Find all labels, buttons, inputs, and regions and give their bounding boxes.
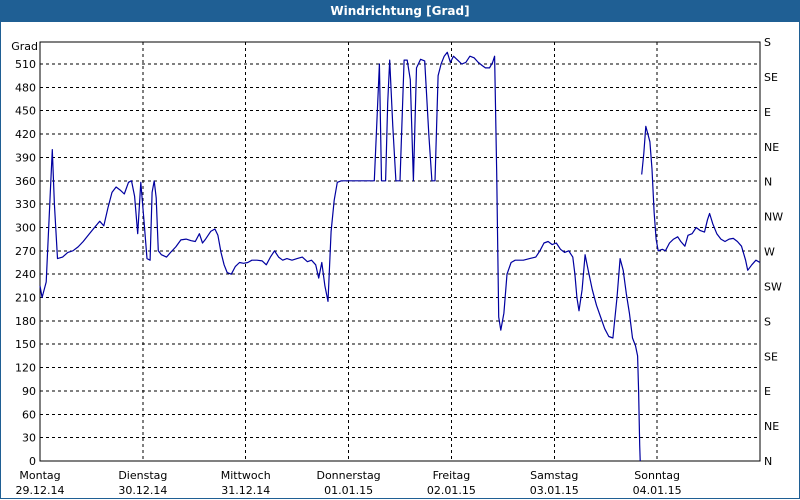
y-tick-label: 210 <box>15 292 36 305</box>
y2-tick-label: NE <box>764 420 779 433</box>
y-axis-label: Grad <box>11 40 38 53</box>
x-tick-day: Mittwoch <box>221 469 271 482</box>
y-tick-label: 450 <box>15 105 36 118</box>
x-tick-date: 01.01.15 <box>324 484 373 497</box>
y-tick-label: 510 <box>15 58 36 71</box>
x-tick-day: Dienstag <box>118 469 167 482</box>
y2-tick-label: NW <box>764 211 783 224</box>
y-tick-label: 150 <box>15 338 36 351</box>
y2-tick-label: E <box>764 106 771 119</box>
y2-tick-label: SE <box>764 350 778 363</box>
y2-axis-ticks: N NE E SE S SW W NW N NE E SE S <box>764 36 783 468</box>
x-tick-day: Sonntag <box>634 469 680 482</box>
series-layer <box>39 51 761 462</box>
x-tick-day: Donnerstag <box>316 469 380 482</box>
x-tick-day: Samstag <box>530 469 578 482</box>
series-line <box>641 125 761 271</box>
y-tick-label: 180 <box>15 315 36 328</box>
x-axis-ticks: Montag 29.12.14 Dienstag 30.12.14 Mittwoch 31… <box>16 469 682 497</box>
y-tick-label: 60 <box>22 408 36 421</box>
y-tick-label: 330 <box>15 198 36 211</box>
y2-tick-label: SW <box>764 280 782 293</box>
y-tick-label: 360 <box>15 175 36 188</box>
y-tick-label: 90 <box>22 385 36 398</box>
plot-area <box>39 41 761 462</box>
y-tick-label: 300 <box>15 221 36 234</box>
plot-border <box>39 41 761 462</box>
x-tick-date: 02.01.15 <box>427 484 476 497</box>
y2-tick-label: E <box>764 385 771 398</box>
y2-tick-label: N <box>764 176 772 189</box>
y-tick-label: 480 <box>15 81 36 94</box>
grid <box>40 42 760 461</box>
x-tick-day: Freitag <box>433 469 471 482</box>
y-tick-label: 270 <box>15 245 36 258</box>
y2-tick-label: N <box>764 455 772 468</box>
y-axis-ticks: 0 30 60 90 120 150 180 210 240 270 300 330 360 390 420… <box>15 58 36 468</box>
y-tick-label: 120 <box>15 362 36 375</box>
x-tick-date: 29.12.14 <box>16 484 65 497</box>
x-tick-day: Montag <box>19 469 60 482</box>
y-tick-label: 30 <box>22 432 36 445</box>
x-tick-date: 03.01.15 <box>530 484 579 497</box>
y2-tick-label: W <box>764 246 775 259</box>
y-tick-label: 390 <box>15 151 36 164</box>
y2-tick-label: NE <box>764 141 779 154</box>
y2-tick-label: S <box>764 36 771 49</box>
y-tick-label: 0 <box>29 455 36 468</box>
y2-tick-label: SE <box>764 71 778 84</box>
wind-direction-chart: 0 30 60 90 120 150 180 210 240 270 300 330 360 390 420… <box>11 36 783 497</box>
y-tick-label: 420 <box>15 128 36 141</box>
y2-tick-label: S <box>764 315 771 328</box>
y-tick-label: 240 <box>15 268 36 281</box>
x-tick-date: 31.12.14 <box>221 484 270 497</box>
x-tick-date: 30.12.14 <box>118 484 167 497</box>
series-line <box>39 51 641 462</box>
x-tick-date: 04.01.15 <box>633 484 682 497</box>
